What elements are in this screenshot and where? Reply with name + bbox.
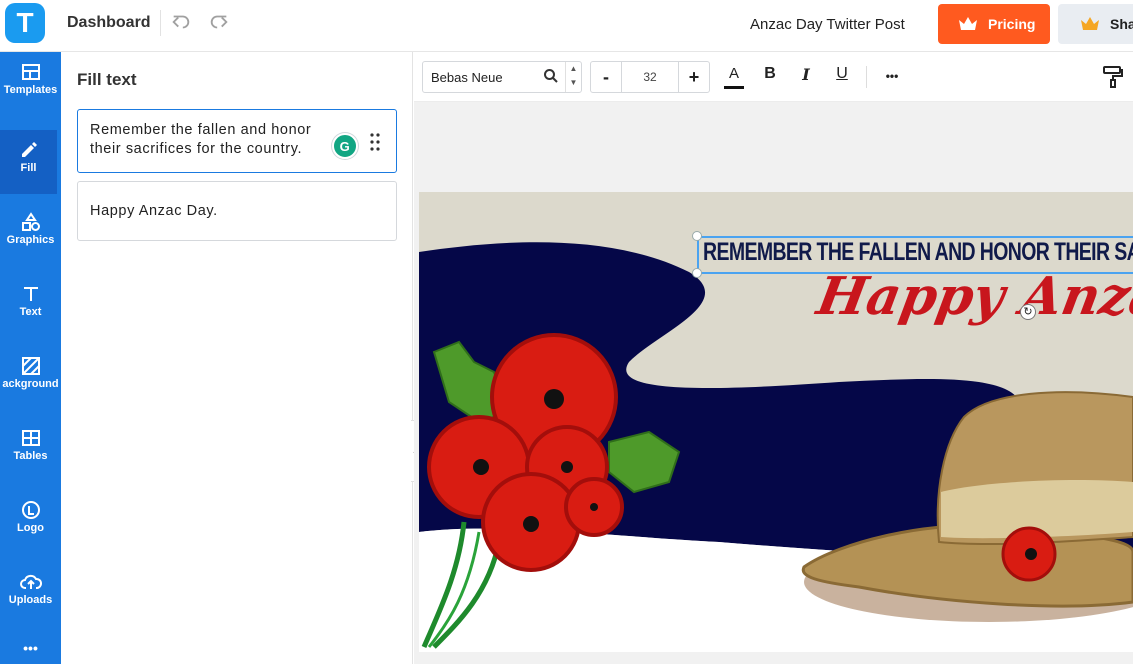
- sidebar-item-label: Graphics: [6, 234, 55, 246]
- font-selector[interactable]: Bebas Neue ▲ ▼: [422, 61, 582, 93]
- share-button[interactable]: Sha: [1058, 4, 1133, 44]
- format-painter-icon[interactable]: [1102, 65, 1124, 89]
- rotate-icon[interactable]: ↻: [1020, 304, 1036, 320]
- font-name: Bebas Neue: [431, 70, 503, 85]
- increase-size-button[interactable]: +: [679, 62, 709, 92]
- script-greeting-text[interactable]: Happy Anzac D: [813, 266, 1133, 327]
- sidebar-item-label: Logo: [17, 522, 44, 534]
- dashboard-link[interactable]: Dashboard: [67, 14, 151, 32]
- sidebar-item-label: Uploads: [8, 594, 53, 606]
- sidebar-item-text[interactable]: Text: [0, 274, 61, 338]
- resize-handle[interactable]: [692, 268, 702, 278]
- text-field-2[interactable]: Happy Anzac Day.: [77, 181, 397, 241]
- text-color-icon: A: [728, 65, 739, 82]
- pencil-icon: [21, 142, 37, 157]
- document-title[interactable]: Anzac Day Twitter Post: [750, 16, 905, 33]
- sidebar-item-label: Text: [19, 306, 42, 318]
- logo-icon: [21, 501, 40, 519]
- crown-icon: [959, 17, 977, 30]
- crown-icon: [1081, 17, 1099, 30]
- sidebar-item-graphics[interactable]: Graphics: [0, 202, 61, 266]
- left-sidebar: Templates Fill Graphics Text ackground T…: [0, 52, 61, 664]
- underline-button[interactable]: U: [832, 65, 852, 89]
- font-spinner[interactable]: ▲ ▼: [565, 62, 581, 92]
- app-logo[interactable]: T: [5, 3, 45, 43]
- sidebar-item-background[interactable]: ackground: [0, 346, 61, 410]
- toolbar-divider: [866, 66, 867, 88]
- sidebar-item-tables[interactable]: Tables: [0, 418, 61, 482]
- upload-cloud-icon: [19, 574, 42, 589]
- sidebar-item-label: Tables: [13, 450, 48, 462]
- share-label: Sha: [1110, 16, 1133, 32]
- table-icon: [21, 430, 40, 446]
- sidebar-item-label: ackground: [2, 378, 59, 390]
- caret-up-icon: ▲: [569, 64, 578, 73]
- templates-icon: [21, 64, 40, 80]
- text-color-button[interactable]: A: [724, 65, 744, 89]
- sidebar-item-label: Fill: [20, 162, 37, 174]
- sidebar-item-logo[interactable]: Logo: [0, 490, 61, 554]
- resize-handle[interactable]: [692, 231, 702, 241]
- pricing-button[interactable]: Pricing: [938, 4, 1050, 44]
- sidebar-item-label: Templates: [3, 84, 58, 96]
- text-icon: [23, 287, 38, 301]
- pricing-label: Pricing: [988, 16, 1036, 32]
- sidebar-item-templates[interactable]: Templates: [0, 52, 61, 116]
- undo-icon[interactable]: [170, 11, 192, 33]
- caret-down-icon: ▼: [569, 78, 578, 87]
- headline-text[interactable]: REMEMBER THE FALLEN AND HONOR THEIR SACR…: [703, 238, 1133, 267]
- sidebar-item-uploads[interactable]: Uploads: [0, 562, 61, 626]
- font-size-stepper: - 32 +: [590, 61, 710, 93]
- text-field-value: Remember the fallen and honor their sacr…: [90, 122, 312, 157]
- redo-icon[interactable]: [208, 11, 230, 33]
- text-field-1[interactable]: Remember the fallen and honor their sacr…: [77, 109, 397, 173]
- panel-title: Fill text: [77, 70, 137, 89]
- decrease-size-button[interactable]: -: [591, 62, 621, 92]
- fill-panel: Fill text Remember the fallen and honor …: [61, 52, 413, 664]
- sidebar-item-fill[interactable]: Fill: [0, 130, 57, 194]
- logo-letter: T: [16, 7, 34, 38]
- text-field-value: Happy Anzac Day.: [90, 203, 218, 219]
- background-icon: [21, 357, 40, 375]
- grammarly-letter: G: [339, 138, 351, 154]
- bold-button[interactable]: B: [760, 65, 780, 89]
- sidebar-more[interactable]: •••: [0, 638, 61, 664]
- top-bar: T Dashboard Anzac Day Twitter Post Prici…: [0, 0, 1133, 52]
- grammarly-icon[interactable]: G: [332, 133, 358, 159]
- shapes-icon: [21, 212, 40, 231]
- drag-handle-icon[interactable]: [370, 132, 380, 152]
- font-size-input[interactable]: 32: [621, 62, 679, 92]
- divider: [160, 10, 161, 36]
- text-toolbar: Bebas Neue ▲ ▼ - 32 + A B I U •••: [414, 52, 1133, 102]
- search-icon: [544, 69, 558, 83]
- italic-button[interactable]: I: [796, 65, 816, 89]
- more-options-button[interactable]: •••: [880, 65, 904, 89]
